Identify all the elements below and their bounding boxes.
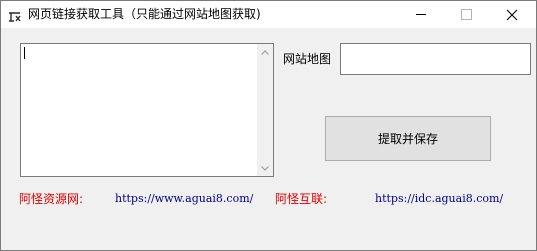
app-logo-icon (8, 8, 22, 22)
minimize-icon (416, 14, 426, 15)
vertical-scrollbar[interactable] (257, 44, 273, 176)
text-caret (24, 47, 25, 59)
maximize-button[interactable] (443, 1, 489, 28)
idc-site-link[interactable]: https://idc.aguai8.com/ (375, 192, 503, 206)
resource-site-link[interactable]: https://www.aguai8.com/ (115, 192, 253, 206)
minimize-button[interactable] (398, 1, 444, 28)
sitemap-label: 网站地图 (283, 52, 332, 66)
title-bar[interactable]: 网页链接获取工具（只能通过网站地图获取) (1, 1, 536, 28)
app-window: 网页链接获取工具（只能通过网站地图获取) 网站地图 提取并保存 阿怪资源网: h… (0, 0, 537, 251)
resource-site-label: 阿怪资源网: (19, 192, 84, 206)
client-area: 网站地图 提取并保存 阿怪资源网: https://www.aguai8.com… (1, 28, 536, 250)
sitemap-input[interactable] (340, 43, 531, 75)
extract-save-button[interactable]: 提取并保存 (325, 116, 491, 161)
close-icon (506, 9, 518, 20)
scroll-up-button[interactable] (257, 44, 273, 60)
close-button[interactable] (489, 1, 535, 28)
maximize-icon (460, 9, 472, 20)
window-title: 网页链接获取工具（只能通过网站地图获取) (28, 7, 261, 21)
chevron-down-icon (261, 165, 269, 171)
idc-site-label: 阿怪互联: (275, 192, 328, 206)
chevron-up-icon (261, 49, 269, 55)
scroll-down-button[interactable] (257, 160, 273, 176)
links-output-textarea[interactable] (20, 43, 274, 177)
